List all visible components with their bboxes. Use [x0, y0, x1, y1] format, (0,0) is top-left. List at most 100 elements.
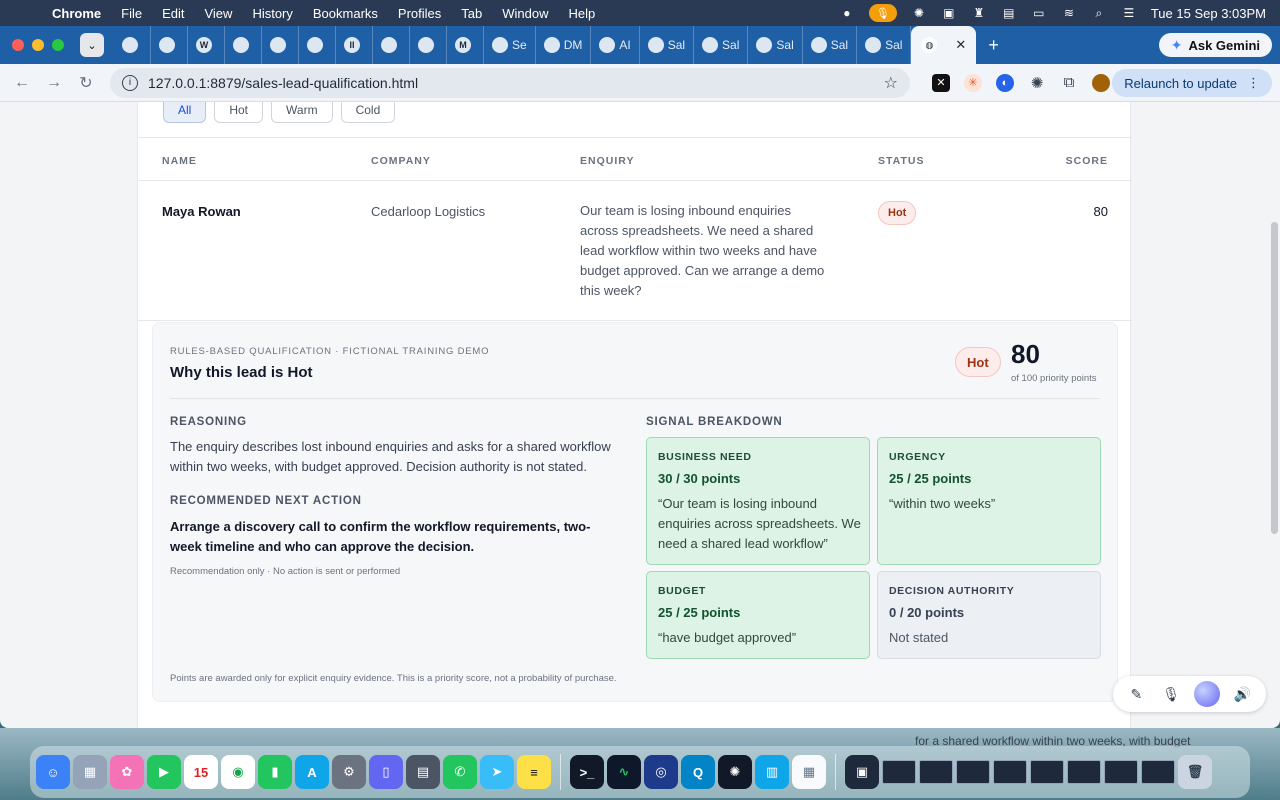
menu-help[interactable]: Help	[569, 6, 596, 21]
speaker-icon[interactable]: 🔊	[1231, 682, 1255, 706]
whatsapp-icon[interactable]: ✆	[443, 755, 477, 789]
menu-bookmarks[interactable]: Bookmarks	[313, 6, 378, 21]
wifi-icon[interactable]: ≋	[1061, 6, 1077, 20]
browser-tab[interactable]: AI	[591, 26, 640, 64]
relaunch-to-update-button[interactable]: Relaunch to update ⋮	[1112, 69, 1272, 97]
facetime-icon[interactable]: ▶	[147, 755, 181, 789]
filter-warm[interactable]: Warm	[271, 102, 333, 123]
bookmark-star-icon[interactable]: ☆	[884, 73, 898, 93]
table-row[interactable]: Maya Rowan Cedarloop Logistics Our team …	[138, 181, 1132, 321]
browser-tab[interactable]: Sal	[694, 26, 749, 64]
browser-tab-active[interactable]: ◍ ✕	[911, 26, 977, 64]
browser-tab[interactable]	[151, 26, 188, 64]
blue-extension-icon[interactable]: ◐	[996, 73, 1014, 92]
minimized-window-thumbnail[interactable]	[956, 760, 990, 784]
browser-tab[interactable]: Sal	[748, 26, 803, 64]
profile-avatar[interactable]	[1092, 73, 1110, 92]
finder-icon[interactable]: ☺	[36, 755, 70, 789]
page-scrollbar[interactable]	[1271, 222, 1278, 534]
minimized-window-thumbnail[interactable]	[882, 760, 916, 784]
browser-tab[interactable]: DM	[536, 26, 592, 64]
menu-history[interactable]: History	[252, 6, 292, 21]
minimized-window-thumbnail[interactable]	[1067, 760, 1101, 784]
browser-tab[interactable]	[410, 26, 447, 64]
browser-tab[interactable]: M	[447, 26, 484, 64]
openai-icon[interactable]: ✺	[911, 6, 927, 20]
search-icon[interactable]: ⌕	[1091, 6, 1107, 20]
activity-monitor-icon[interactable]: ∿	[607, 755, 641, 789]
menu-window[interactable]: Window	[502, 6, 548, 21]
launchpad-icon[interactable]: ▦	[73, 755, 107, 789]
minimize-window-button[interactable]	[32, 39, 44, 51]
menu-app-chrome[interactable]: Chrome	[52, 6, 101, 21]
more-vertical-icon[interactable]: ⋮	[1247, 75, 1260, 91]
app-store-icon[interactable]: A	[295, 755, 329, 789]
menu-view[interactable]: View	[204, 6, 232, 21]
keynote-icon[interactable]: ▥	[755, 755, 789, 789]
assistant-orb-icon[interactable]	[1193, 681, 1220, 707]
new-tab-icon[interactable]: +	[988, 35, 999, 56]
battery-icon[interactable]: ▭	[1031, 6, 1047, 20]
filter-cold[interactable]: Cold	[340, 102, 396, 123]
claude-extension-icon[interactable]: ✳	[964, 73, 982, 92]
screenshot-icon[interactable]: ▣	[941, 6, 957, 20]
puzzle-extensions-icon[interactable]: ⧉	[1060, 74, 1078, 92]
back-arrow-icon[interactable]: ←	[8, 69, 36, 97]
tab-search-chevron-icon[interactable]: ⌄	[80, 33, 104, 57]
telegram-icon[interactable]: ➤	[480, 755, 514, 789]
apple-icon[interactable]	[18, 5, 34, 21]
extension-icon[interactable]: ♜	[971, 6, 987, 20]
minimized-window-thumbnail[interactable]	[1104, 760, 1138, 784]
browser-tab[interactable]	[373, 26, 410, 64]
column-header-status[interactable]: STATUS	[878, 155, 924, 167]
clipboard-icon[interactable]: ▤	[1001, 6, 1017, 20]
minimized-window-thumbnail[interactable]	[1141, 760, 1175, 784]
browser-tab[interactable]: Se	[484, 26, 536, 64]
close-tab-icon[interactable]: ✕	[955, 37, 966, 53]
column-header-enquiry[interactable]: ENQUIRY	[580, 155, 634, 167]
ask-gemini-button[interactable]: ✦ Ask Gemini	[1158, 33, 1272, 57]
calendar-icon[interactable]: 15	[184, 755, 218, 789]
minimized-window-thumbnail[interactable]	[1030, 760, 1064, 784]
downloads-stack-icon[interactable]: ▣	[845, 755, 879, 789]
numbers-icon[interactable]: ▮	[258, 755, 292, 789]
quicktime-icon[interactable]: Q	[681, 755, 715, 789]
close-window-button[interactable]	[12, 39, 24, 51]
browser-tab[interactable]	[114, 26, 151, 64]
simulator-icon[interactable]: ▯	[369, 755, 403, 789]
filter-hot[interactable]: Hot	[214, 102, 264, 123]
microphone-icon[interactable]: 🎙	[1159, 682, 1183, 706]
disk-utility-icon[interactable]: ◎	[644, 755, 678, 789]
address-bar[interactable]: i 127.0.0.1:8879/sales-lead-qualificatio…	[110, 67, 910, 98]
menu-edit[interactable]: Edit	[162, 6, 184, 21]
column-header-company[interactable]: COMPANY	[371, 155, 431, 167]
column-header-name[interactable]: NAME	[162, 155, 197, 167]
calculator-icon[interactable]: ▤	[406, 755, 440, 789]
browser-tab[interactable]: W	[188, 26, 225, 64]
browser-tab[interactable]: Sal	[640, 26, 695, 64]
browser-tab[interactable]: II	[336, 26, 373, 64]
filter-all[interactable]: All	[163, 102, 207, 123]
forward-arrow-icon[interactable]: →	[40, 69, 68, 97]
openai-extension-icon[interactable]: ✺	[1028, 74, 1046, 92]
browser-tab[interactable]: Sal	[857, 26, 912, 64]
minimized-window-thumbnail[interactable]	[919, 760, 953, 784]
compose-icon[interactable]: ✎	[1124, 682, 1148, 706]
menubar-clock[interactable]: Tue 15 Sep 3:03PM	[1151, 6, 1266, 21]
menu-file[interactable]: File	[121, 6, 142, 21]
menu-profiles[interactable]: Profiles	[398, 6, 441, 21]
record-icon[interactable]: ●	[839, 6, 855, 20]
trash-icon[interactable]: 🗑	[1178, 755, 1212, 789]
control-center-icon[interactable]: ☰	[1121, 6, 1137, 20]
textedit-icon[interactable]: ▦	[792, 755, 826, 789]
browser-tab[interactable]: Sal	[803, 26, 858, 64]
reload-icon[interactable]: ↻	[72, 69, 100, 97]
browser-tab[interactable]	[225, 26, 262, 64]
menu-tab[interactable]: Tab	[461, 6, 482, 21]
zoom-window-button[interactable]	[52, 39, 64, 51]
minimized-window-thumbnail[interactable]	[993, 760, 1027, 784]
site-info-icon[interactable]: i	[122, 74, 138, 91]
photos-icon[interactable]: ✿	[110, 755, 144, 789]
column-header-score[interactable]: SCORE	[1066, 155, 1108, 167]
microphone-active-icon[interactable]: 🎙	[868, 4, 897, 22]
